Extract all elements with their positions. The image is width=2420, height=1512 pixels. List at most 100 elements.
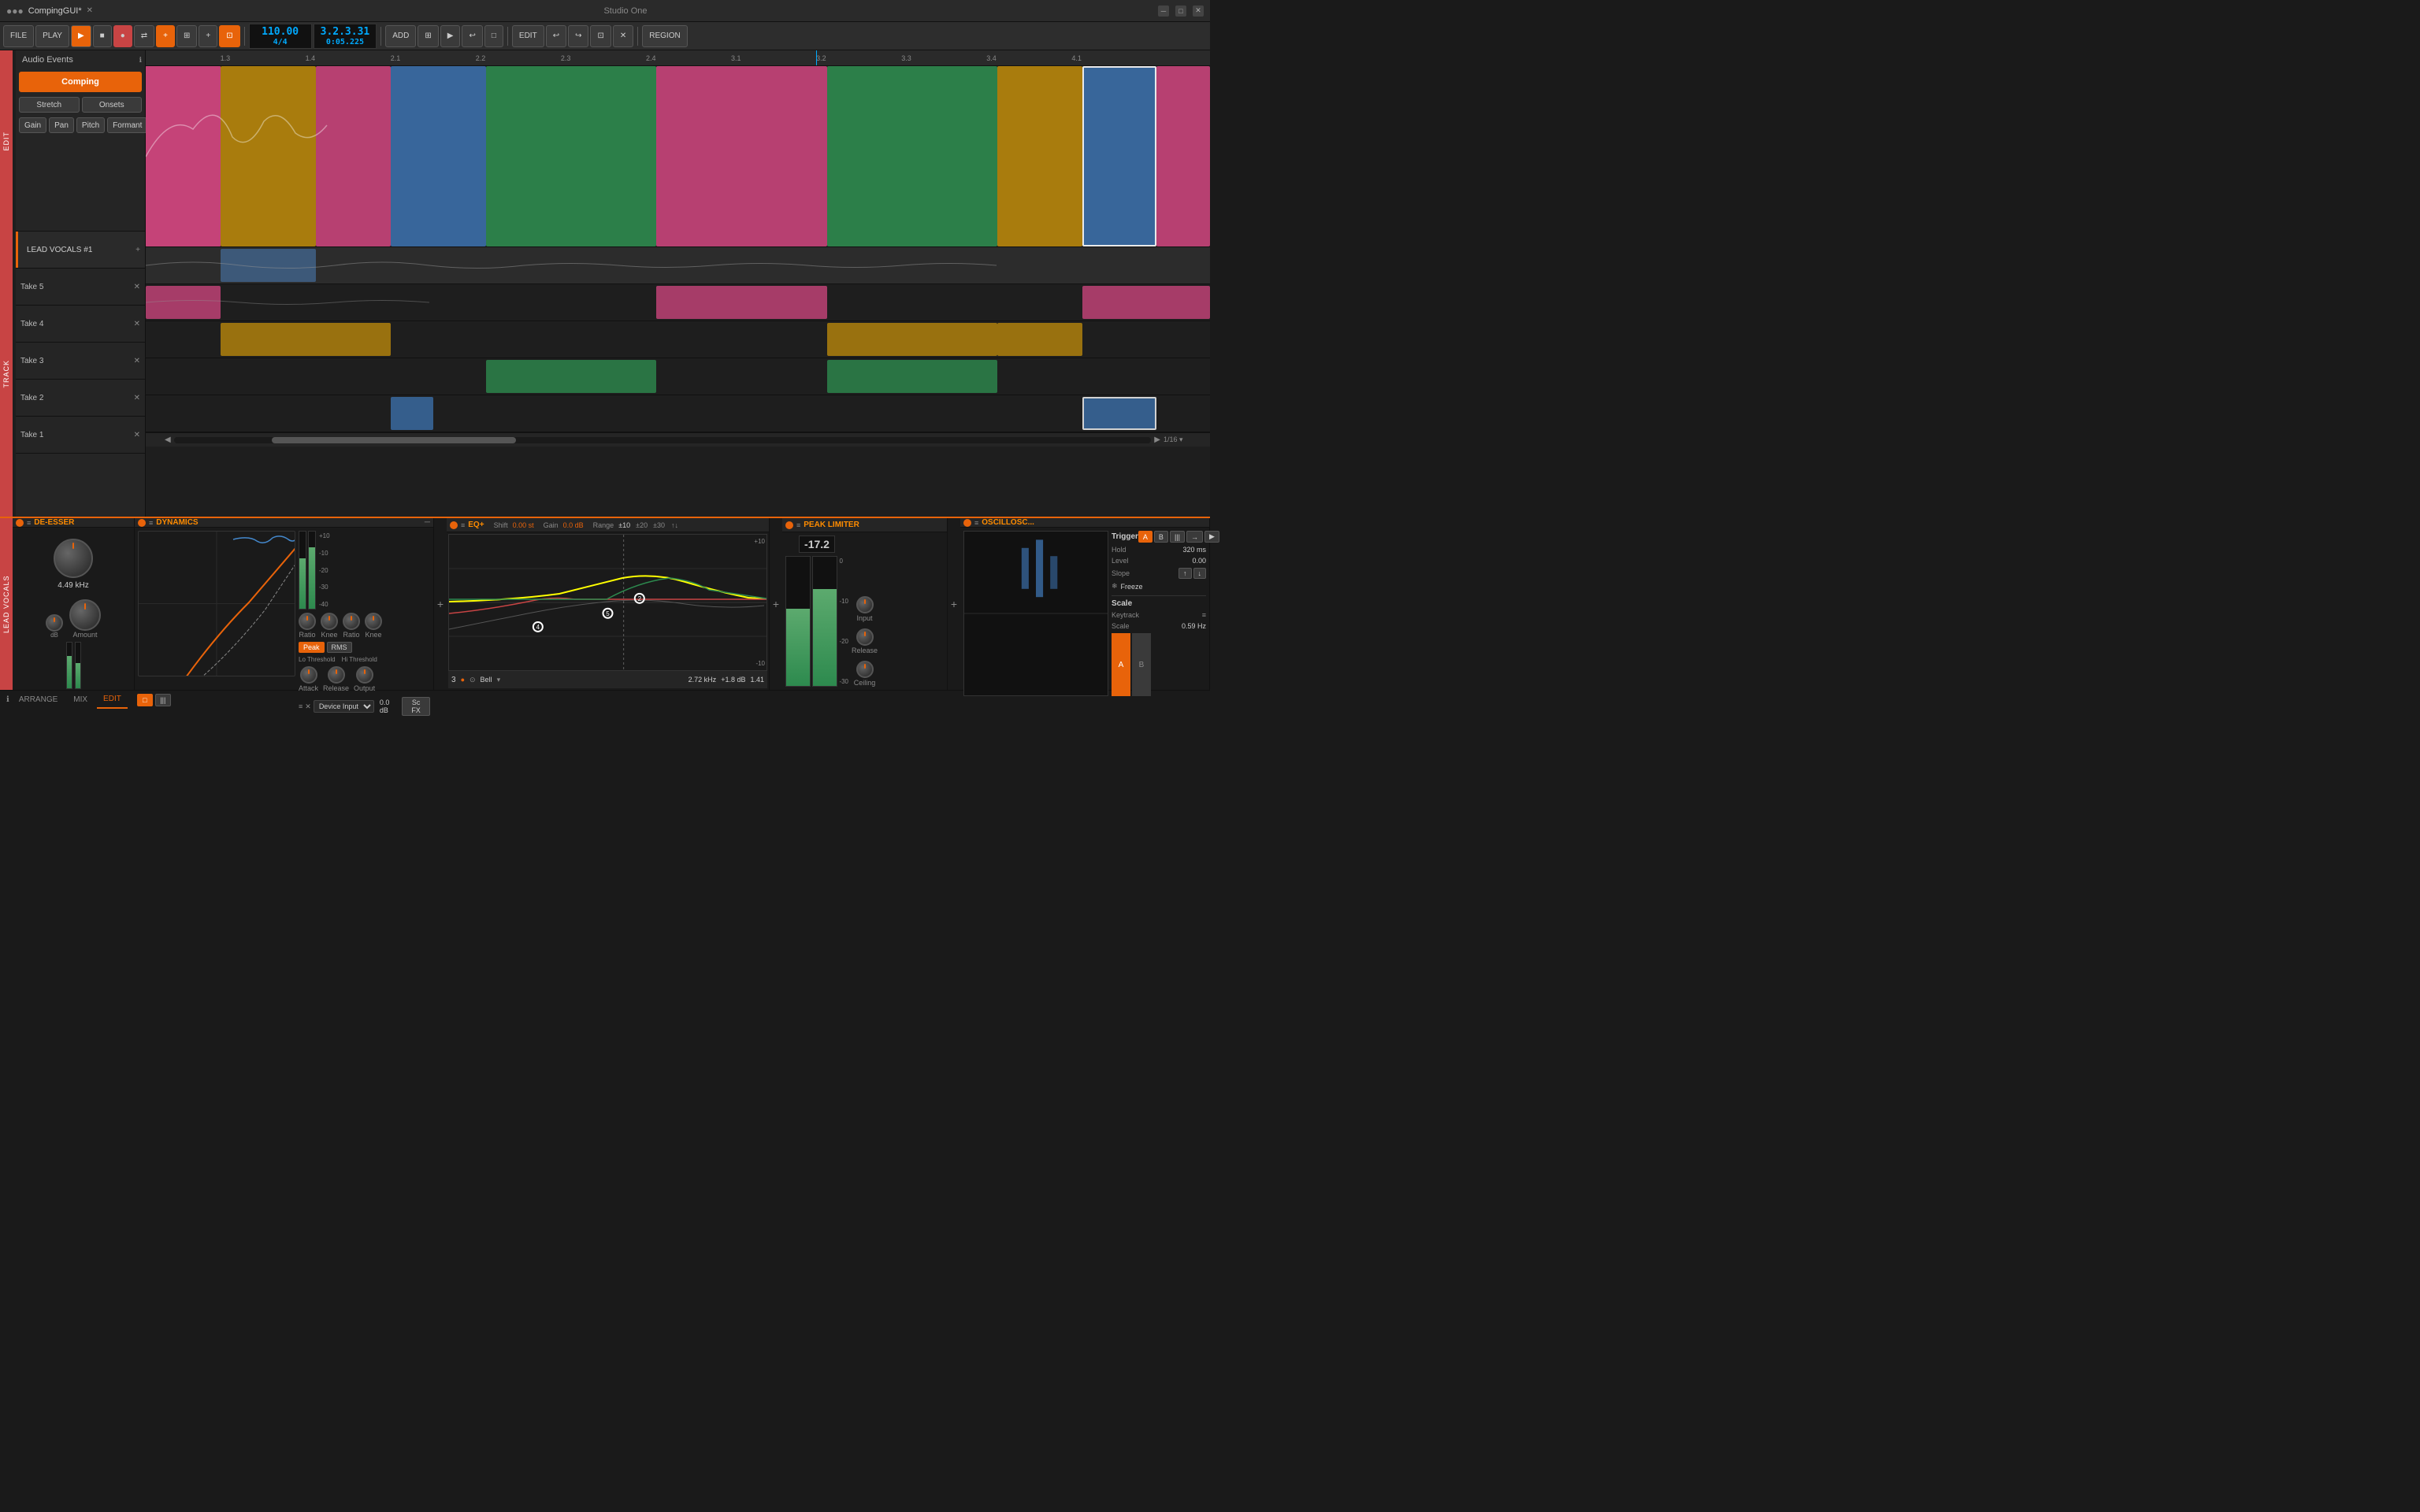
play-mode-button[interactable]: PLAY xyxy=(35,25,69,47)
tempo-display[interactable]: 110.00 4/4 xyxy=(249,24,312,49)
eq-range-20[interactable]: ±20 xyxy=(636,521,648,529)
stop-button[interactable]: ■ xyxy=(93,25,112,47)
take3-track[interactable] xyxy=(146,321,1210,358)
undo-button[interactable]: ↩ xyxy=(546,25,566,47)
take1-close[interactable]: ✕ xyxy=(134,431,140,439)
add-module-3[interactable]: + xyxy=(948,518,960,690)
take4-clip-pink3[interactable] xyxy=(1082,286,1210,319)
dynamics-power[interactable] xyxy=(138,519,146,527)
comp-mode-button[interactable]: ⊡ xyxy=(219,25,239,47)
de-esser-knob2[interactable] xyxy=(46,614,63,632)
slope-up-button[interactable]: ↑ xyxy=(1178,568,1192,579)
clip-gold-1[interactable] xyxy=(221,66,317,246)
sc-fx-button[interactable]: Sc FX xyxy=(402,697,430,716)
freeze-label[interactable]: Freeze xyxy=(1121,583,1143,591)
de-esser-freq-knob[interactable] xyxy=(54,539,93,578)
take4-track[interactable] xyxy=(146,284,1210,321)
a-indicator[interactable]: A xyxy=(1112,633,1130,696)
knee2-knob[interactable] xyxy=(365,613,382,630)
clip-pink-3[interactable] xyxy=(656,66,826,246)
tab-bars-button[interactable]: ||| xyxy=(1170,531,1185,543)
maximize-button[interactable]: □ xyxy=(1175,6,1186,17)
ratio1-knob[interactable] xyxy=(299,613,316,630)
delete-button[interactable]: ✕ xyxy=(613,25,633,47)
redo-button[interactable]: ↪ xyxy=(568,25,588,47)
tab-a-button[interactable]: A xyxy=(1138,531,1152,543)
close-button[interactable]: ✕ xyxy=(1193,6,1204,17)
release-knob[interactable] xyxy=(328,666,345,684)
close-tab-btn[interactable]: ✕ xyxy=(87,6,93,15)
onsets-button[interactable]: Onsets xyxy=(82,97,143,113)
clip-pink-4[interactable] xyxy=(1156,66,1210,246)
take1-track[interactable] xyxy=(146,395,1210,432)
dyn-input-select[interactable]: Device Input xyxy=(314,700,374,713)
take4-close[interactable]: ✕ xyxy=(134,320,140,328)
gain-button[interactable]: Gain xyxy=(19,117,46,133)
minimize-button[interactable]: ─ xyxy=(1158,6,1169,17)
scroll-left-btn[interactable]: ◀ xyxy=(165,435,171,444)
clip-green-2[interactable] xyxy=(827,66,997,246)
clip-gold-2[interactable] xyxy=(997,66,1082,246)
slope-down-button[interactable]: ↓ xyxy=(1193,568,1207,579)
ratio2-knob[interactable] xyxy=(343,613,360,630)
clip-green-1[interactable] xyxy=(486,66,656,246)
peak-button[interactable]: Peak xyxy=(299,642,325,653)
take4-clip-pink[interactable] xyxy=(146,286,221,319)
new-track-button[interactable]: + xyxy=(199,25,217,47)
add-take-icon[interactable]: + xyxy=(135,246,140,254)
oscilloscope-power[interactable] xyxy=(963,519,971,527)
bounce-button[interactable]: ↩ xyxy=(462,25,482,47)
take3-close[interactable]: ✕ xyxy=(134,357,140,365)
take3-clip-gold2[interactable] xyxy=(827,323,997,356)
take5-track[interactable] xyxy=(146,247,1210,284)
add-module-1[interactable]: + xyxy=(434,518,447,690)
tab-b-button[interactable]: B xyxy=(1154,531,1168,543)
add-module-2[interactable]: + xyxy=(770,518,782,690)
position-display[interactable]: 3.2.3.31 0:05.225 xyxy=(314,24,377,49)
clip-pink-2[interactable] xyxy=(316,66,391,246)
clip-blue-1[interactable] xyxy=(391,66,487,246)
add-track-button[interactable]: ADD xyxy=(385,25,416,47)
main-track[interactable] xyxy=(146,66,1210,247)
eq-range-30[interactable]: ±30 xyxy=(653,521,665,529)
eq-band-dropdown[interactable]: ▾ xyxy=(497,676,501,684)
add-button[interactable]: + xyxy=(156,25,175,47)
file-button[interactable]: FILE xyxy=(3,25,34,47)
stretch-button[interactable]: Stretch xyxy=(19,97,80,113)
peak-limiter-power[interactable] xyxy=(785,521,793,529)
record-button[interactable]: ● xyxy=(113,25,132,47)
scrollbar-thumb[interactable] xyxy=(272,437,516,443)
add-plugin-3-icon[interactable]: + xyxy=(951,598,957,610)
take1-clip-blue2[interactable] xyxy=(1082,397,1157,430)
take3-clip-gold3[interactable] xyxy=(997,323,1082,356)
folder-button[interactable]: □ xyxy=(484,25,503,47)
scrollbar-track[interactable] xyxy=(174,437,1152,443)
eq-power[interactable] xyxy=(450,521,458,529)
play-button[interactable]: ▶ xyxy=(71,25,91,47)
add-plugin-1-icon[interactable]: + xyxy=(437,598,444,610)
rms-button[interactable]: RMS xyxy=(327,642,352,653)
take4-clip-pink2[interactable] xyxy=(656,286,826,319)
ceiling-knob[interactable] xyxy=(856,661,874,678)
pitch-button[interactable]: Pitch xyxy=(76,117,105,133)
take2-close[interactable]: ✕ xyxy=(134,394,140,402)
tab-arrow-button[interactable]: → xyxy=(1186,531,1203,543)
clip-blue-2[interactable] xyxy=(1082,66,1157,246)
dynamics-minimize[interactable]: ─ xyxy=(425,518,430,527)
copy-button[interactable]: ⊡ xyxy=(590,25,611,47)
limiter-release-knob[interactable] xyxy=(856,628,874,646)
scroll-right-btn[interactable]: ▶ xyxy=(1154,435,1160,444)
take5-close[interactable]: ✕ xyxy=(134,283,140,291)
b-indicator[interactable]: B xyxy=(1132,633,1151,696)
loop-button[interactable]: ⇄ xyxy=(134,25,154,47)
knee1-knob[interactable] xyxy=(321,613,338,630)
tab-play-button[interactable]: ▶ xyxy=(1204,531,1219,543)
de-esser-amount-knob[interactable] xyxy=(69,599,101,631)
add-plugin-2-icon[interactable]: + xyxy=(773,598,779,610)
pan-button[interactable]: Pan xyxy=(49,117,74,133)
de-esser-power[interactable] xyxy=(16,519,24,527)
take2-clip-green2[interactable] xyxy=(827,360,997,393)
take2-track[interactable] xyxy=(146,358,1210,395)
formant-button[interactable]: Formant xyxy=(107,117,147,133)
forward-button[interactable]: ▶ xyxy=(440,25,461,47)
